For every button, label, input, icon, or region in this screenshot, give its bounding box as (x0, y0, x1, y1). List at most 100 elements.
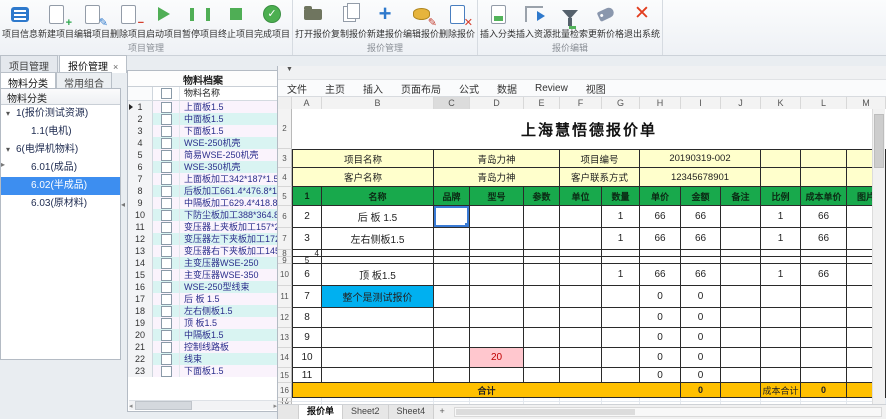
row-checkbox[interactable] (153, 125, 180, 137)
cell-A13[interactable]: 9 (292, 328, 322, 348)
cell-J15[interactable] (721, 368, 761, 383)
merged-cell[interactable]: 项目名称 (292, 149, 434, 168)
cell-A8[interactable]: 4 (292, 250, 322, 257)
merged-cell[interactable] (801, 149, 847, 168)
cell-I12[interactable]: 0 (681, 308, 721, 328)
cell-B15[interactable] (322, 368, 434, 383)
row-checkbox[interactable] (153, 101, 180, 113)
table-row[interactable]: 19 顶 板1.5 (128, 317, 278, 329)
ribbon-button-doc-delete[interactable]: ✕ 删除报价 (439, 0, 475, 40)
menu-item-公式[interactable]: 公式 (450, 81, 488, 96)
row-checkbox[interactable] (153, 221, 180, 233)
cell-J13[interactable] (721, 328, 761, 348)
cell-K15[interactable] (761, 368, 801, 383)
cell-K8[interactable] (761, 250, 801, 257)
row-header-12[interactable]: 12 (278, 308, 292, 328)
table-row[interactable]: 15 主变压器WSE-350 (128, 269, 278, 281)
cell-I9[interactable] (681, 257, 721, 264)
merged-cell[interactable]: 0 (801, 383, 847, 398)
cell-I14[interactable]: 0 (681, 348, 721, 368)
table-row[interactable]: 1 上面板1.5 (128, 101, 278, 113)
cell-B14[interactable] (322, 348, 434, 368)
scrollbar-thumb[interactable] (456, 409, 635, 415)
cell-F14[interactable] (560, 348, 602, 368)
menu-item-插入[interactable]: 插入 (354, 81, 392, 96)
menu-item-视图[interactable]: 视图 (577, 81, 615, 96)
ribbon-button-play[interactable]: 启动项目 (146, 0, 182, 40)
cell-B9[interactable] (322, 257, 434, 264)
tree-item[interactable]: ▾ 1(报价测试资源) (1, 105, 120, 123)
merged-cell[interactable]: 0 (681, 383, 721, 398)
cell-I15[interactable]: 0 (681, 368, 721, 383)
merged-cell[interactable]: 合计 (292, 383, 681, 398)
row-checkbox[interactable] (153, 341, 180, 353)
cell-B12[interactable] (322, 308, 434, 328)
cell-L7[interactable]: 66 (801, 228, 847, 250)
table-row[interactable]: 12 变压器左下夹板加工172* (128, 233, 278, 245)
ribbon-button-project-info[interactable]: 项目信息 (2, 0, 38, 40)
table-row[interactable]: 5 简易WSE-250机壳 (128, 149, 278, 161)
table-row[interactable]: 21 控制线路板 (128, 341, 278, 353)
merged-cell[interactable]: 客户联系方式 (560, 168, 640, 187)
ribbon-button-price-tag[interactable]: 更新价格 (588, 0, 624, 40)
cell-H12[interactable]: 0 (640, 308, 681, 328)
menu-item-数据[interactable]: 数据 (488, 81, 526, 96)
row-header-4[interactable]: 4 (278, 168, 292, 187)
cell-E7[interactable] (524, 228, 560, 250)
cell-H9[interactable] (640, 257, 681, 264)
cell-H7[interactable]: 66 (640, 228, 681, 250)
row-header-5[interactable]: 5 (278, 187, 292, 206)
row-checkbox[interactable] (153, 293, 180, 305)
cell-F7[interactable] (560, 228, 602, 250)
cell-G10[interactable]: 1 (602, 264, 640, 286)
tree-item[interactable]: 6.02(半成品) (1, 177, 120, 195)
row-checkbox[interactable] (153, 185, 180, 197)
ribbon-button-pause[interactable]: 暂停项目 (182, 0, 218, 40)
row-header-2[interactable]: 2 (278, 109, 292, 149)
cell-L11[interactable] (801, 286, 847, 308)
cell-D6[interactable] (470, 206, 524, 228)
cell-J10[interactable] (721, 264, 761, 286)
cell-I8[interactable] (681, 250, 721, 257)
cell-H13[interactable]: 0 (640, 328, 681, 348)
cell-I10[interactable]: 66 (681, 264, 721, 286)
table-row[interactable]: 7 上面板加工342*187*1.5 (128, 173, 278, 185)
cell-K12[interactable] (761, 308, 801, 328)
merged-cell[interactable] (801, 168, 847, 187)
ribbon-button-doc-edit[interactable]: ✎ 编辑项目 (74, 0, 110, 40)
ribbon-button-exit[interactable]: ✕ 退出系统 (624, 0, 660, 40)
menu-item-页面布局[interactable]: 页面布局 (392, 81, 450, 96)
row-header-7[interactable]: 7 (278, 228, 292, 250)
cell-J6[interactable] (721, 206, 761, 228)
row-checkbox[interactable] (153, 173, 180, 185)
ribbon-button-stop[interactable]: 终止项目 (218, 0, 254, 40)
cell-H6[interactable]: 66 (640, 206, 681, 228)
table-row[interactable]: 18 左右侧板1.5 (128, 305, 278, 317)
cell-A9[interactable]: 5 (292, 257, 322, 264)
cell-L8[interactable] (801, 250, 847, 257)
close-tab-icon[interactable]: × (113, 62, 118, 72)
merged-cell[interactable] (761, 149, 801, 168)
row-header-13[interactable]: 13 (278, 328, 292, 348)
merged-cell[interactable]: 青岛力神 (434, 168, 560, 187)
tree-item[interactable]: 6.03(原材料) (1, 195, 120, 213)
sheet-tab-Sheet2[interactable]: Sheet2 (343, 405, 389, 419)
ribbon-button-check[interactable]: ✓ 完成项目 (254, 0, 290, 40)
cell-L13[interactable] (801, 328, 847, 348)
cell-E9[interactable] (524, 257, 560, 264)
merged-cell[interactable]: 20190319-002 (640, 149, 761, 168)
cell-B8[interactable] (322, 250, 434, 257)
menu-item-主页[interactable]: 主页 (316, 81, 354, 96)
material-horizontal-scrollbar[interactable]: ◂ ▸ (129, 400, 277, 410)
table-row[interactable]: 8 后板加工661.4*476.8*1 (128, 185, 278, 197)
row-header-6[interactable]: 6 (278, 206, 292, 228)
row-checkbox[interactable] (153, 269, 180, 281)
cell-B11[interactable]: 整个是测试报价 (322, 286, 434, 308)
row-header-8[interactable]: 8 (278, 250, 292, 257)
cell-K6[interactable]: 1 (761, 206, 801, 228)
cell-A6[interactable]: 2 (292, 206, 322, 228)
cell-E11[interactable] (524, 286, 560, 308)
tree-item[interactable]: 6.01(成品) (1, 159, 120, 177)
cell-K10[interactable]: 1 (761, 264, 801, 286)
cell-I7[interactable]: 66 (681, 228, 721, 250)
